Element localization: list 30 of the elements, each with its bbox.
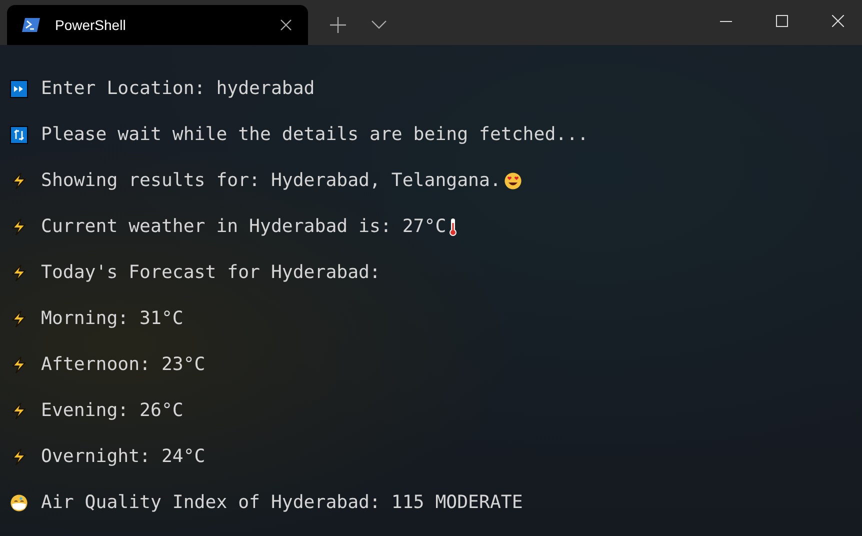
terminal-output-line: Afternoon: 23°C bbox=[41, 354, 206, 376]
arrows-icon bbox=[10, 126, 28, 144]
lightning-icon bbox=[10, 218, 28, 236]
lightning-icon bbox=[10, 264, 28, 282]
terminal-output-line: Overnight: 24°C bbox=[41, 446, 206, 468]
powershell-icon bbox=[22, 18, 40, 32]
close-tab-icon[interactable] bbox=[280, 19, 292, 31]
terminal-output-line: Today's Forecast for Hyderabad: bbox=[41, 262, 380, 284]
lightning-icon bbox=[10, 402, 28, 420]
close-icon[interactable] bbox=[832, 15, 844, 27]
dropdown-chevron-icon[interactable] bbox=[371, 20, 387, 29]
terminal-output-line: Current weather in Hyderabad is: 27°C bbox=[41, 216, 446, 238]
terminal-output-line: Air Quality Index of Hyderabad: 115 MODERATE bbox=[41, 492, 523, 514]
face-with-mask-icon bbox=[10, 494, 28, 512]
terminal-output-line: Please wait while the details are being fetched... bbox=[41, 124, 588, 146]
fast-forward-icon bbox=[10, 80, 28, 98]
lightning-icon bbox=[10, 448, 28, 466]
tab-title: PowerShell bbox=[55, 17, 127, 33]
new-tab-icon[interactable] bbox=[330, 17, 346, 33]
thermometer-icon bbox=[449, 218, 458, 236]
lightning-icon bbox=[10, 310, 28, 328]
terminal-output-line: Showing results for: Hyderabad, Telangana. bbox=[41, 170, 501, 192]
lightning-icon bbox=[10, 172, 28, 190]
terminal-output-line: Morning: 31°C bbox=[41, 308, 184, 330]
terminal-output-line: Evening: 26°C bbox=[41, 400, 184, 422]
terminal-tab[interactable]: PowerShell bbox=[7, 5, 308, 45]
terminal-output-line: Enter Location: hyderabad bbox=[41, 78, 315, 100]
heart-eyes-face-icon bbox=[504, 172, 522, 190]
lightning-icon bbox=[10, 356, 28, 374]
maximize-icon[interactable] bbox=[776, 15, 788, 27]
